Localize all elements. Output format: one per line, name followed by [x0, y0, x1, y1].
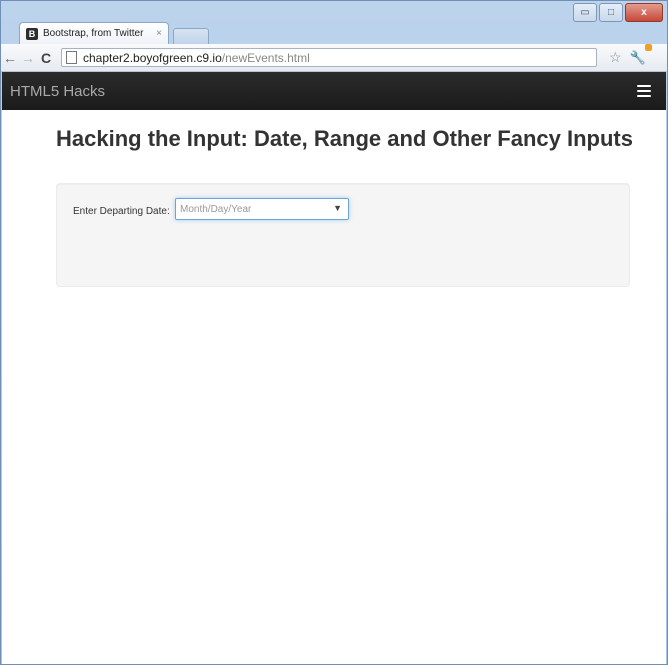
- minimize-button[interactable]: ▭: [573, 3, 597, 22]
- bootstrap-favicon-icon: B: [26, 27, 38, 40]
- url-host: chapter2.boyofgreen.c9.io: [83, 50, 222, 65]
- form-well: Enter Departing Date: Month/Day/Year ▼: [56, 183, 630, 287]
- date-placeholder: Month/Day/Year: [180, 203, 252, 215]
- site-navbar: HTML5 Hacks: [2, 72, 666, 110]
- address-bar[interactable]: chapter2.boyofgreen.c9.io /newEvents.htm…: [61, 48, 597, 67]
- departing-date-input[interactable]: Month/Day/Year ▼: [175, 198, 349, 220]
- update-badge-icon: [644, 43, 652, 51]
- browser-toolbar: ← → C chapter2.boyofgreen.c9.io /newEven…: [1, 43, 667, 72]
- navbar-brand[interactable]: HTML5 Hacks: [10, 83, 105, 100]
- browser-window: B Bootstrap, from Twitter × ▭ □ x ← → C …: [0, 0, 668, 665]
- hamburger-bar: [637, 90, 651, 92]
- close-window-button[interactable]: x: [625, 3, 663, 22]
- page-title: Hacking the Input: Date, Range and Other…: [56, 126, 633, 151]
- browser-tab[interactable]: B Bootstrap, from Twitter ×: [19, 22, 169, 44]
- wrench-menu-icon[interactable]: 🔧: [630, 43, 652, 66]
- dropdown-arrow-icon[interactable]: ▼: [333, 203, 342, 213]
- tab-title: Bootstrap, from Twitter: [43, 28, 144, 39]
- maximize-button[interactable]: □: [599, 3, 623, 22]
- page-icon: [66, 51, 77, 64]
- hamburger-icon[interactable]: [630, 80, 658, 102]
- bookmark-star-icon[interactable]: ☆: [609, 49, 622, 66]
- url-path: /newEvents.html: [221, 50, 310, 65]
- new-tab-button[interactable]: [173, 28, 209, 45]
- window-controls: ▭ □ x: [573, 3, 663, 22]
- tab-close-icon[interactable]: ×: [156, 28, 162, 39]
- forward-arrow-icon[interactable]: →: [19, 50, 37, 66]
- reload-icon[interactable]: C: [37, 50, 55, 66]
- departing-date-label: Enter Departing Date:: [73, 206, 170, 217]
- back-arrow-icon[interactable]: ←: [1, 50, 19, 66]
- title-bar: B Bootstrap, from Twitter × ▭ □ x: [1, 1, 667, 47]
- page-viewport: HTML5 Hacks Hacking the Input: Date, Ran…: [2, 72, 666, 664]
- hamburger-bar: [637, 95, 651, 97]
- hamburger-bar: [637, 85, 651, 87]
